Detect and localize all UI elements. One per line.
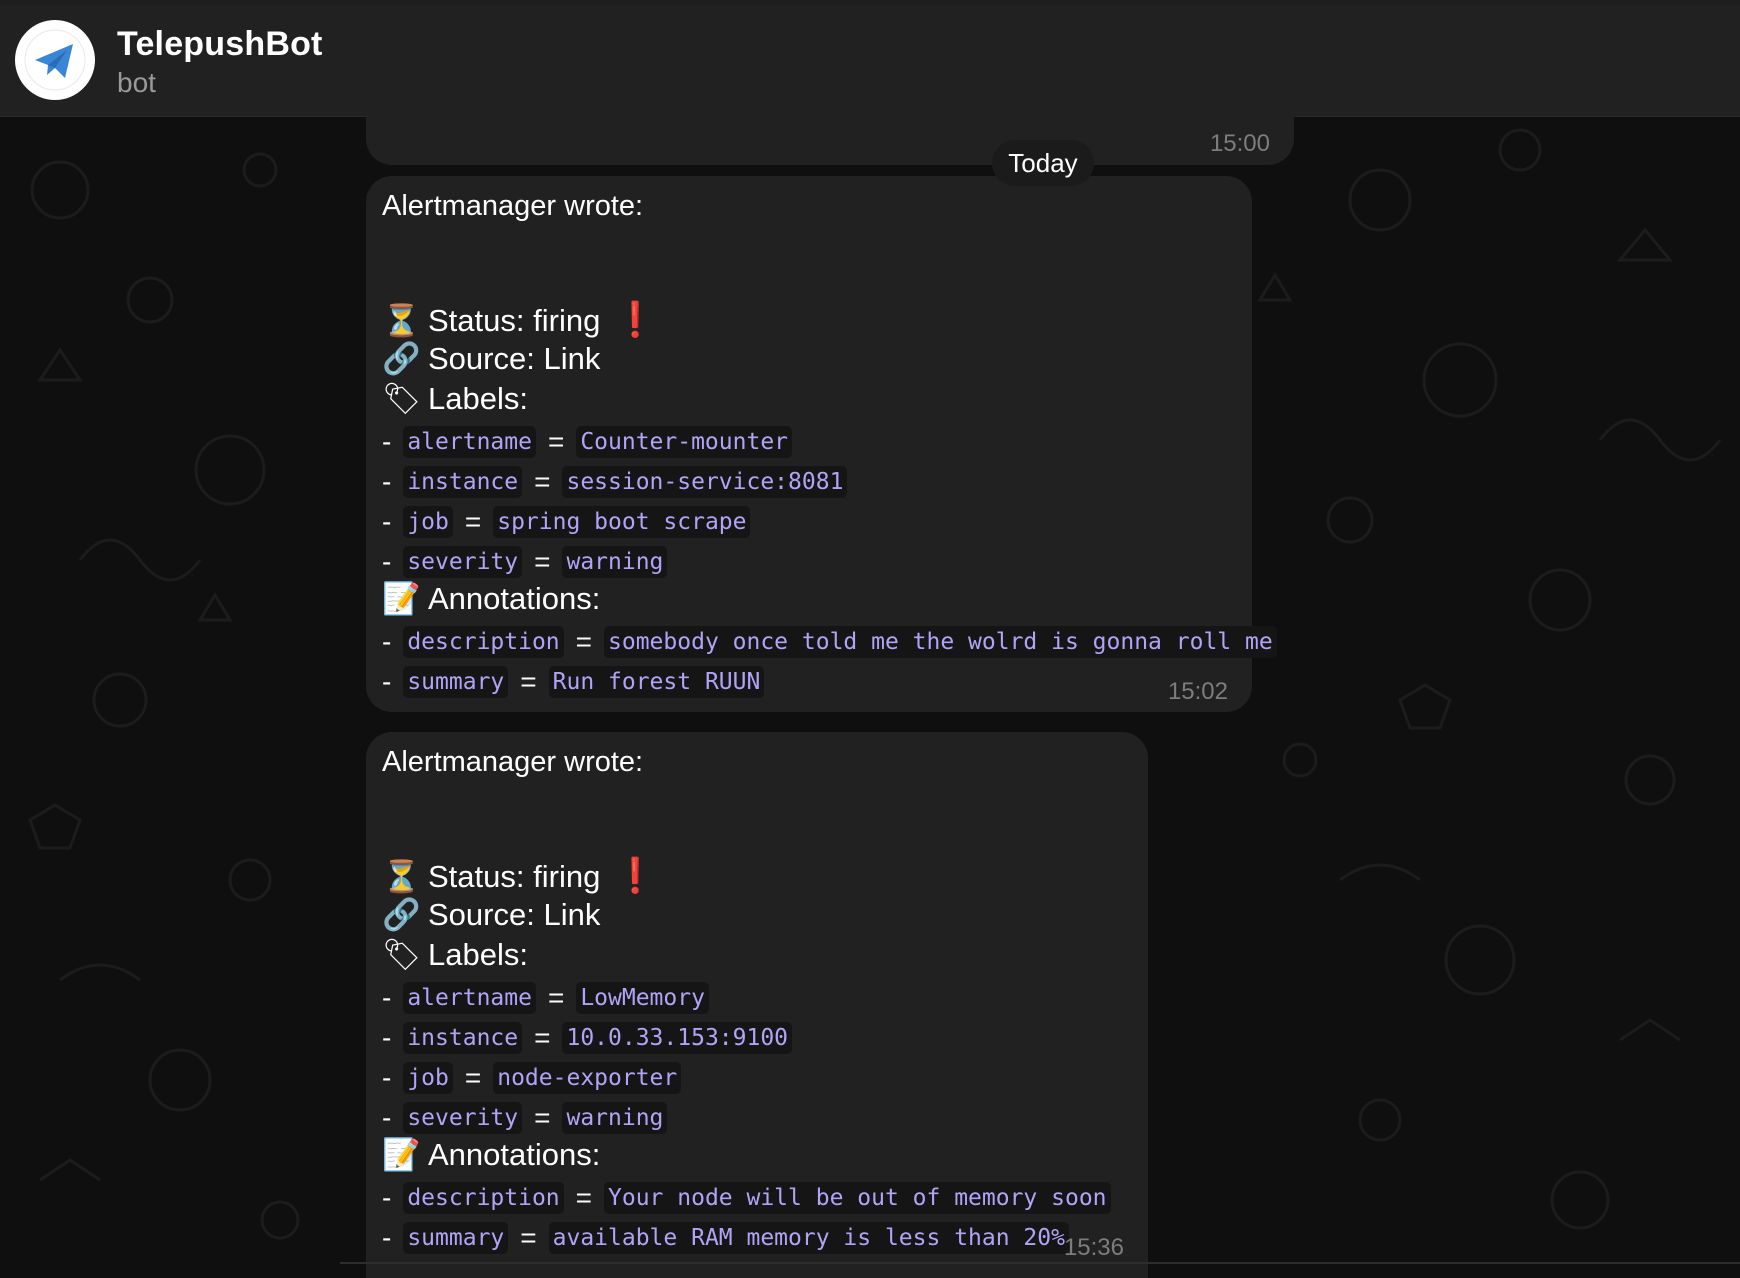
link-icon: 🔗: [382, 897, 421, 933]
message-header: Alertmanager wrote:: [382, 746, 644, 778]
tag-icon: 🏷: [382, 381, 422, 417]
label-value[interactable]: Counter-mounter: [576, 426, 793, 458]
exclamation-icon: ❗: [614, 301, 657, 339]
annotation-row: - summary = available RAM memory is less th…: [382, 1222, 1069, 1254]
annotation-row: - description = Your node will be out of me…: [382, 1182, 1111, 1214]
link-icon: 🔗: [382, 341, 421, 377]
annotation-value[interactable]: available RAM memory is less than 20%: [548, 1222, 1069, 1254]
label-key[interactable]: instance: [403, 1022, 523, 1054]
annotations-title: 📝 Annotations:: [382, 581, 601, 617]
message-time: 15:00: [1209, 130, 1270, 157]
annotation-value[interactable]: somebody once told me the wolrd is gonna…: [604, 626, 1277, 658]
label-key[interactable]: alertname: [403, 426, 536, 458]
label-row: - alertname = Counter-mounter: [382, 426, 793, 458]
annotation-value[interactable]: Your node will be out of memory soon: [604, 1182, 1111, 1214]
chat-title: TelepushBot: [117, 25, 323, 63]
label-row: - severity = warning: [382, 1102, 668, 1134]
label-key[interactable]: job: [403, 506, 453, 538]
memo-icon: 📝: [382, 1137, 421, 1173]
annotation-key[interactable]: summary: [403, 1222, 509, 1254]
label-row: - job = spring boot scrape: [382, 506, 751, 538]
source-link[interactable]: Link: [543, 341, 600, 376]
annotations-title: 📝 Annotations:: [382, 1137, 601, 1173]
labels-title: 🏷 Labels:: [382, 381, 528, 417]
label-key[interactable]: severity: [403, 1102, 523, 1134]
labels-title: 🏷 Labels:: [382, 937, 528, 973]
memo-icon: 📝: [382, 581, 421, 617]
label-row: - job = node-exporter: [382, 1062, 682, 1094]
label-value[interactable]: warning: [562, 1102, 668, 1134]
date-separator: Today: [992, 140, 1094, 186]
annotation-value[interactable]: Run forest RUUN: [548, 666, 765, 698]
source-line: 🔗 Source: Link: [382, 897, 601, 933]
label-value[interactable]: spring boot scrape: [493, 506, 751, 538]
message-bubble[interactable]: Alertmanager wrote: ⏳ Status: firing ❗ 🔗 So…: [366, 732, 1148, 1278]
label-key[interactable]: instance: [403, 466, 523, 498]
avatar[interactable]: [15, 20, 95, 100]
annotation-row: - description = somebody once told me the w…: [382, 626, 1277, 658]
label-value[interactable]: session-service:8081: [562, 466, 848, 498]
annotation-key[interactable]: summary: [403, 666, 509, 698]
message-time: 15:02: [1167, 678, 1228, 705]
bottom-divider: [340, 1262, 1740, 1264]
chat-status: bot: [117, 67, 156, 98]
tag-icon: 🏷: [382, 937, 422, 973]
label-value[interactable]: LowMemory: [576, 982, 709, 1014]
label-value[interactable]: 10.0.33.153:9100: [562, 1022, 793, 1054]
label-key[interactable]: severity: [403, 546, 523, 578]
source-line: 🔗 Source: Link: [382, 341, 601, 377]
label-key[interactable]: alertname: [403, 982, 536, 1014]
label-value[interactable]: warning: [562, 546, 668, 578]
message-header: Alertmanager wrote:: [382, 190, 644, 222]
message-time: 15:36: [1063, 1234, 1124, 1261]
annotation-key[interactable]: description: [403, 1182, 564, 1214]
label-row: - alertname = LowMemory: [382, 982, 709, 1014]
annotation-row: - summary = Run forest RUUN: [382, 666, 765, 698]
hourglass-icon: ⏳: [382, 859, 421, 895]
source-link[interactable]: Link: [543, 897, 600, 932]
label-key[interactable]: job: [403, 1062, 453, 1094]
annotation-key[interactable]: description: [403, 626, 564, 658]
status-line: ⏳ Status: firing ❗: [382, 301, 657, 339]
telegram-paper-plane-icon: [24, 29, 86, 91]
exclamation-icon: ❗: [614, 857, 657, 895]
previous-message-bubble[interactable]: 15:00: [366, 100, 1294, 165]
label-row: - severity = warning: [382, 546, 668, 578]
hourglass-icon: ⏳: [382, 303, 421, 339]
status-line: ⏳ Status: firing ❗: [382, 857, 657, 895]
label-row: - instance = session-service:8081: [382, 466, 848, 498]
label-row: - instance = 10.0.33.153:9100: [382, 1022, 793, 1054]
label-value[interactable]: node-exporter: [493, 1062, 682, 1094]
message-bubble[interactable]: Alertmanager wrote: ⏳ Status: firing ❗ 🔗 So…: [366, 176, 1277, 712]
